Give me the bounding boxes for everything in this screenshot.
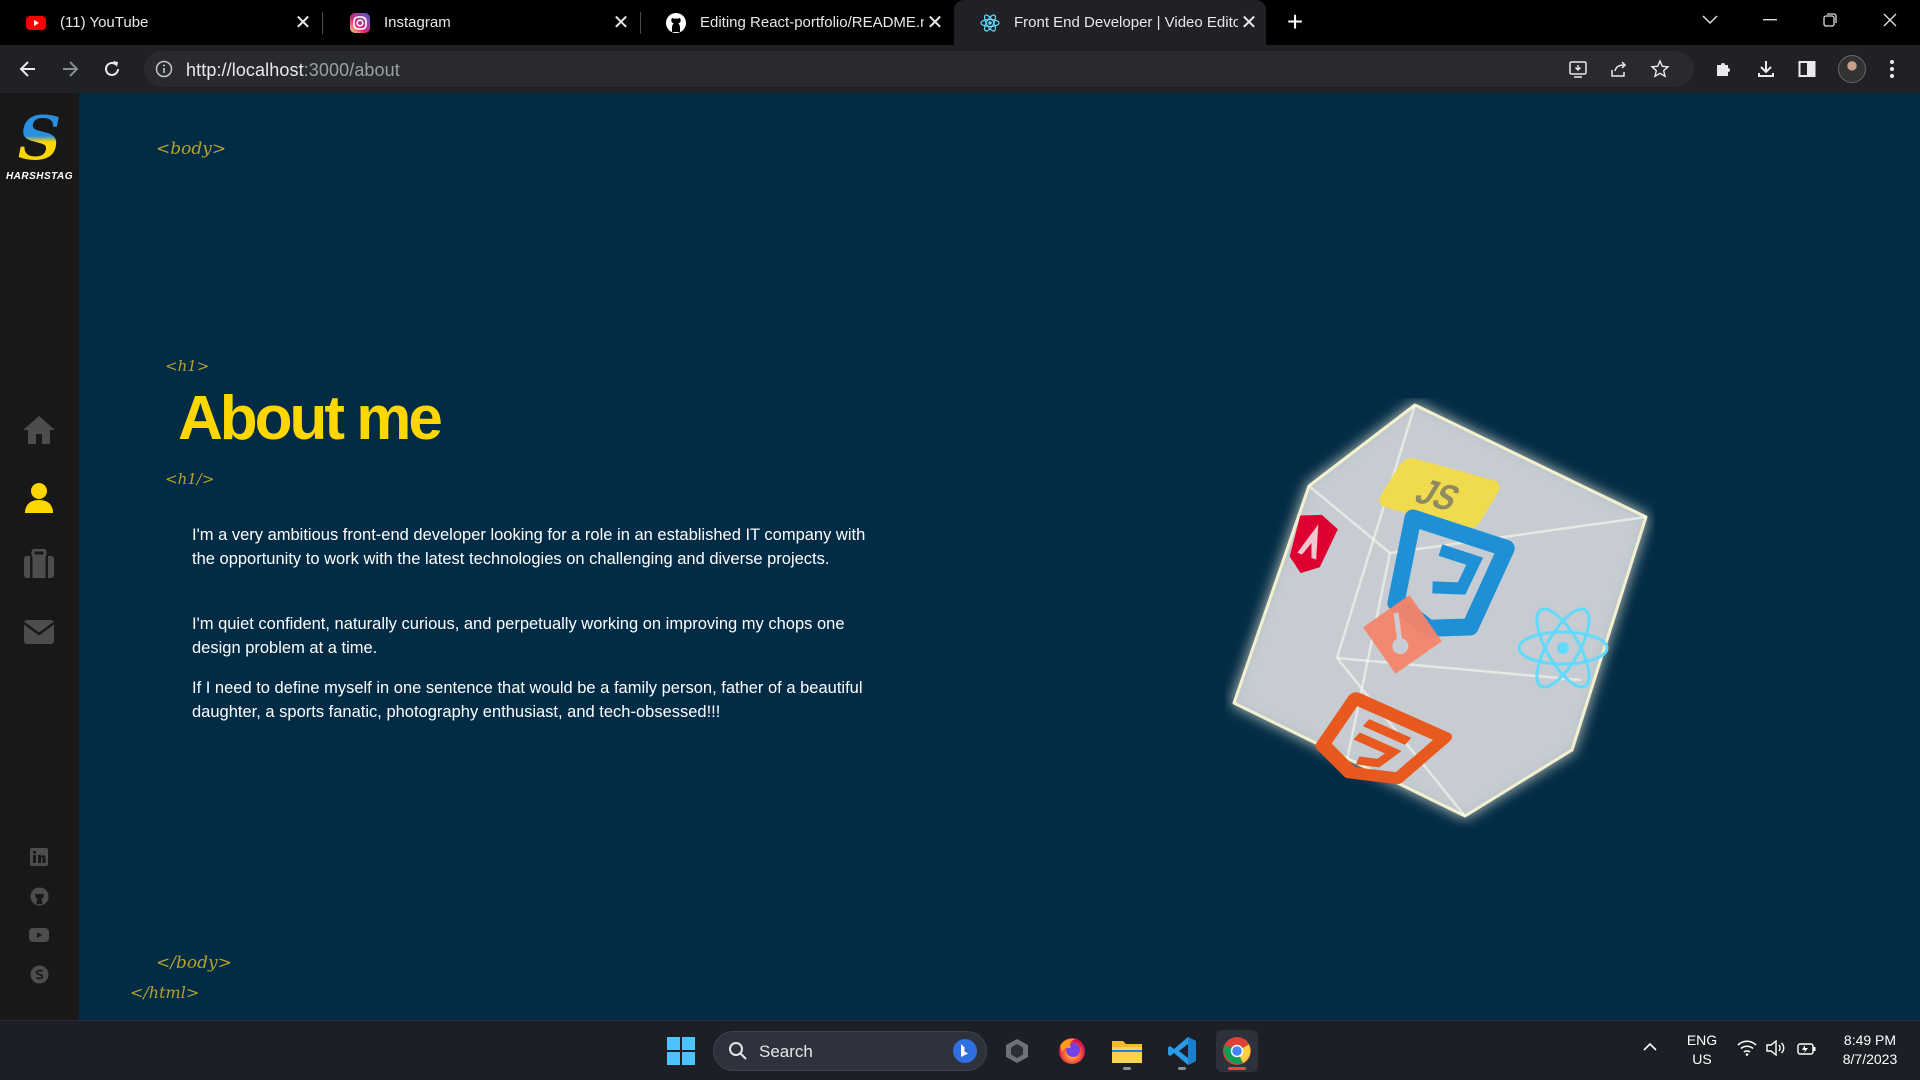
profile-avatar[interactable] bbox=[1838, 55, 1866, 83]
side-panel-icon[interactable] bbox=[1795, 57, 1819, 81]
tab-title: Instagram bbox=[384, 14, 451, 31]
taskbar: Search ENG US 8:49 PM 8/7/2023 bbox=[0, 1020, 1920, 1080]
page-title: About me bbox=[178, 384, 443, 453]
body-close-tag: </body> bbox=[156, 953, 232, 973]
wifi-icon[interactable] bbox=[1737, 1040, 1757, 1061]
address-bar[interactable]: http://localhost:3000/about bbox=[144, 51, 1694, 87]
language-indicator[interactable]: ENG US bbox=[1684, 1031, 1720, 1069]
new-tab-button[interactable]: + bbox=[1282, 8, 1308, 36]
close-tab-icon[interactable]: ✕ bbox=[924, 12, 946, 34]
windows-start-icon[interactable] bbox=[660, 1030, 702, 1072]
search-icon bbox=[728, 1041, 748, 1066]
tab-instagram[interactable]: Instagram ✕ bbox=[324, 0, 638, 45]
bing-icon[interactable] bbox=[952, 1038, 978, 1069]
instagram-icon bbox=[350, 12, 370, 33]
tab-title: Editing React-portfolio/README.md bbox=[700, 14, 924, 31]
extensions-icon[interactable] bbox=[1712, 57, 1736, 81]
file-explorer-icon[interactable] bbox=[1106, 1030, 1148, 1072]
chrome-icon[interactable] bbox=[1216, 1030, 1258, 1072]
skills-cube: JS bbox=[1225, 398, 1655, 828]
clock-date: 8/7/2023 bbox=[1842, 1051, 1898, 1067]
close-tab-icon[interactable]: ✕ bbox=[292, 12, 314, 34]
forward-button[interactable] bbox=[54, 53, 86, 85]
clock[interactable]: 8:49 PM 8/7/2023 bbox=[1830, 1031, 1910, 1069]
browser-tab-strip: (11) YouTube ✕ Instagram ✕ Editing React… bbox=[0, 0, 1920, 45]
site-info-icon[interactable] bbox=[154, 59, 174, 79]
volume-icon[interactable] bbox=[1766, 1039, 1786, 1061]
tab-divider bbox=[322, 12, 323, 34]
github-icon[interactable] bbox=[28, 885, 50, 907]
logo-name: HARSHSTAG bbox=[5, 171, 74, 182]
reload-button[interactable] bbox=[96, 53, 128, 85]
tab-youtube[interactable]: (11) YouTube ✕ bbox=[0, 0, 320, 45]
briefcase-icon[interactable] bbox=[22, 547, 56, 581]
minimize-button[interactable] bbox=[1740, 0, 1800, 40]
app-icon[interactable] bbox=[996, 1030, 1038, 1072]
react-icon bbox=[980, 13, 1000, 33]
more-menu-icon[interactable] bbox=[1880, 57, 1904, 81]
close-tab-icon[interactable]: ✕ bbox=[1238, 12, 1260, 34]
html-close-tag: </html> bbox=[130, 983, 200, 1002]
vscode-icon[interactable] bbox=[1161, 1030, 1203, 1072]
youtube-icon[interactable] bbox=[28, 924, 50, 946]
language-code: ENG bbox=[1686, 1032, 1718, 1048]
envelope-icon[interactable] bbox=[22, 615, 56, 649]
bookmark-star-icon[interactable] bbox=[1648, 57, 1672, 81]
close-tab-icon[interactable]: ✕ bbox=[610, 12, 632, 34]
battery-icon[interactable] bbox=[1797, 1039, 1817, 1062]
back-button[interactable] bbox=[12, 53, 44, 85]
linkedin-icon[interactable] bbox=[28, 846, 50, 868]
restore-button[interactable] bbox=[1800, 0, 1860, 40]
h1-open-tag: <h1> bbox=[165, 357, 210, 375]
browser-toolbar: http://localhost:3000/about bbox=[0, 45, 1920, 93]
logo-letter: S bbox=[0, 109, 79, 169]
region-code: US bbox=[1692, 1051, 1712, 1067]
github-icon bbox=[666, 12, 686, 33]
downloads-icon[interactable] bbox=[1754, 57, 1778, 81]
body-open-tag: <body> bbox=[156, 139, 227, 159]
home-icon[interactable] bbox=[22, 413, 56, 447]
user-icon[interactable] bbox=[22, 481, 56, 515]
tab-title: Front End Developer | Video Editor | bbox=[1014, 14, 1238, 31]
site-logo[interactable]: S HARSHSTAG bbox=[0, 109, 79, 189]
about-paragraph-2: I'm quiet confident, naturally curious, … bbox=[192, 615, 845, 657]
firefox-icon[interactable] bbox=[1051, 1030, 1093, 1072]
tab-title: (11) YouTube bbox=[60, 14, 149, 31]
install-app-icon[interactable] bbox=[1566, 57, 1590, 81]
url-path: :3000/about bbox=[303, 60, 400, 80]
share-icon[interactable] bbox=[1607, 57, 1631, 81]
search-label: Search bbox=[759, 1042, 813, 1061]
sidebar: S HARSHSTAG bbox=[0, 93, 79, 1020]
tab-portfolio[interactable]: Front End Developer | Video Editor | ✕ bbox=[954, 0, 1266, 45]
clock-time: 8:49 PM bbox=[1843, 1032, 1897, 1048]
youtube-icon bbox=[26, 13, 46, 33]
skype-icon[interactable] bbox=[28, 963, 50, 985]
tab-search-icon[interactable] bbox=[1680, 0, 1740, 40]
chevron-up-icon[interactable] bbox=[1642, 1039, 1658, 1057]
portfolio-page: S HARSHSTAG <body> <h1> About me <h1/> I… bbox=[0, 93, 1920, 1020]
close-window-button[interactable] bbox=[1860, 0, 1920, 40]
about-paragraph-1: I'm a very ambitious front-end developer… bbox=[192, 526, 866, 568]
url-text: http://localhost:3000/about bbox=[186, 60, 400, 81]
tab-github[interactable]: Editing React-portfolio/README.md ✕ bbox=[640, 0, 952, 45]
h1-close-tag: <h1/> bbox=[165, 470, 215, 488]
url-host: http://localhost bbox=[186, 60, 304, 80]
taskbar-search[interactable]: Search bbox=[713, 1031, 987, 1071]
about-paragraph-3: If I need to define myself in one senten… bbox=[192, 679, 863, 721]
